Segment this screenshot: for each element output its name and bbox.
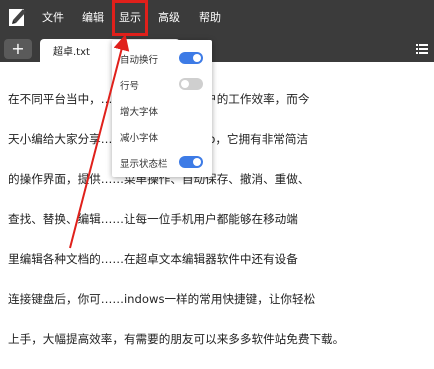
annotation-arrow-icon xyxy=(69,34,130,249)
